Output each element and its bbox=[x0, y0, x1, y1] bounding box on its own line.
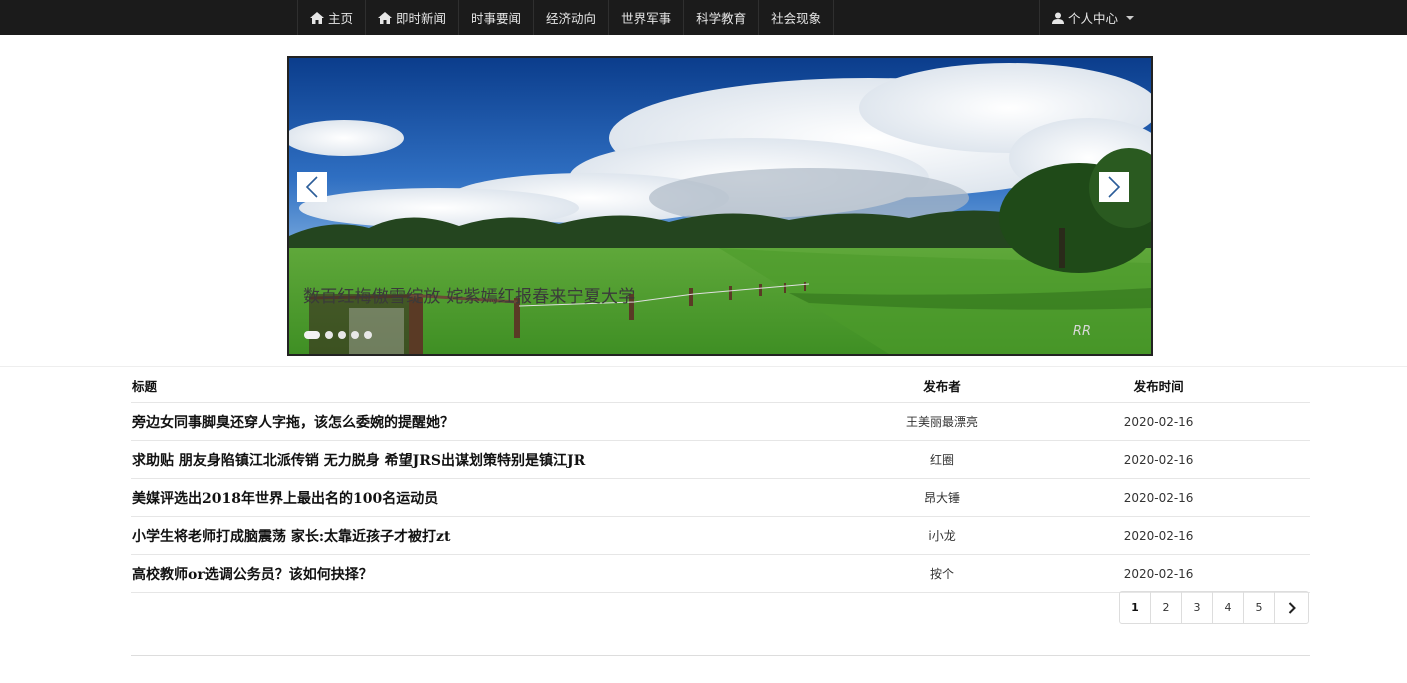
nav-item-military[interactable]: 世界军事 bbox=[608, 0, 683, 35]
table-row: 美媒评选出2018年世界上最出名的100名运动员 昂大锤 2020-02-16 bbox=[131, 478, 1310, 517]
footer-divider bbox=[131, 655, 1310, 656]
news-author: 按个 bbox=[876, 554, 1008, 593]
news-title-link[interactable]: 高校教师or选调公务员？该如何抉择？ bbox=[131, 554, 877, 593]
nav-item-label: 科学教育 bbox=[696, 11, 747, 26]
caret-down-icon bbox=[1126, 15, 1135, 20]
top-navbar: 主页 即时新闻 时事要闻 经济动向 世界军事 科学教育 社会现象 个人中心 bbox=[0, 0, 1407, 35]
page-next-button[interactable] bbox=[1275, 592, 1308, 623]
news-title-link[interactable]: 旁边女同事脚臭还穿人字拖，该怎么委婉的提醒她？ bbox=[131, 402, 877, 441]
carousel-prev-button[interactable] bbox=[297, 172, 327, 202]
table-row: 旁边女同事脚臭还穿人字拖，该怎么委婉的提醒她？ 王美丽最漂亮 2020-02-1… bbox=[131, 402, 1310, 441]
user-icon bbox=[1052, 12, 1064, 24]
news-author: 红圈 bbox=[876, 440, 1008, 479]
news-author: i小龙 bbox=[876, 516, 1008, 555]
carousel-caption: 数百红梅傲雪绽放 姹紫嫣红报春来宁夏大学 bbox=[303, 287, 636, 307]
main-nav: 主页 即时新闻 时事要闻 经济动向 世界军事 科学教育 社会现象 bbox=[297, 0, 835, 35]
carousel-indicator[interactable] bbox=[304, 331, 320, 339]
chevron-left-icon bbox=[305, 176, 318, 198]
image-carousel: 数百红梅傲雪绽放 姹紫嫣红报春来宁夏大学 RR bbox=[287, 56, 1153, 356]
news-table: 标题 发布者 发布时间 旁边女同事脚臭还穿人字拖，该怎么委婉的提醒她？ 王美丽最… bbox=[131, 369, 1310, 593]
carousel-slide-image bbox=[289, 58, 1151, 354]
home-icon bbox=[378, 11, 393, 24]
news-author: 王美丽最漂亮 bbox=[876, 402, 1008, 441]
carousel-indicator[interactable] bbox=[364, 331, 372, 339]
carousel-indicators bbox=[304, 331, 377, 339]
nav-item-instant-news[interactable]: 即时新闻 bbox=[365, 0, 458, 35]
carousel-indicator[interactable] bbox=[351, 331, 359, 339]
nav-item-home[interactable]: 主页 bbox=[297, 0, 365, 35]
user-center-label: 个人中心 bbox=[1068, 11, 1119, 26]
table-row: 小学生将老师打成脑震荡 家长:太靠近孩子才被打zt i小龙 2020-02-16 bbox=[131, 516, 1310, 555]
nav-item-society[interactable]: 社会现象 bbox=[758, 0, 835, 35]
section-divider bbox=[0, 366, 1407, 367]
carousel-indicator[interactable] bbox=[325, 331, 333, 339]
nav-item-science-education[interactable]: 科学教育 bbox=[683, 0, 758, 35]
home-icon bbox=[310, 11, 324, 24]
header-author: 发布者 bbox=[876, 369, 1008, 403]
nav-item-economy[interactable]: 经济动向 bbox=[533, 0, 608, 35]
nav-item-label: 世界军事 bbox=[621, 11, 672, 26]
header-date: 发布时间 bbox=[1007, 369, 1310, 403]
news-title-link[interactable]: 美媒评选出2018年世界上最出名的100名运动员 bbox=[131, 478, 877, 517]
chevron-right-icon bbox=[1288, 601, 1296, 614]
news-date: 2020-02-16 bbox=[1007, 440, 1310, 479]
page-link-4[interactable]: 4 bbox=[1213, 592, 1244, 623]
photo-watermark: RR bbox=[1072, 324, 1091, 339]
carousel-indicator[interactable] bbox=[338, 331, 346, 339]
nav-item-current-affairs[interactable]: 时事要闻 bbox=[458, 0, 533, 35]
news-author: 昂大锤 bbox=[876, 478, 1008, 517]
chevron-right-icon bbox=[1108, 176, 1121, 198]
news-title-link[interactable]: 求助贴 朋友身陷镇江北派传销 无力脱身 希望JRS出谋划策特别是镇江JR bbox=[131, 440, 877, 479]
nav-item-label: 经济动向 bbox=[546, 11, 597, 26]
news-date: 2020-02-16 bbox=[1007, 402, 1310, 441]
nav-item-label: 时事要闻 bbox=[471, 11, 522, 26]
pagination: 1 2 3 4 5 bbox=[1119, 591, 1309, 624]
carousel-next-button[interactable] bbox=[1099, 172, 1129, 202]
header-title: 标题 bbox=[131, 369, 877, 403]
news-date: 2020-02-16 bbox=[1007, 554, 1310, 593]
table-row: 求助贴 朋友身陷镇江北派传销 无力脱身 希望JRS出谋划策特别是镇江JR 红圈 … bbox=[131, 440, 1310, 479]
page-link-2[interactable]: 2 bbox=[1151, 592, 1182, 623]
user-center-dropdown[interactable]: 个人中心 bbox=[1039, 0, 1146, 35]
nav-item-label: 即时新闻 bbox=[396, 11, 447, 26]
table-row: 高校教师or选调公务员？该如何抉择？ 按个 2020-02-16 bbox=[131, 554, 1310, 593]
page-link-5[interactable]: 5 bbox=[1244, 592, 1275, 623]
table-header-row: 标题 发布者 发布时间 bbox=[131, 369, 1310, 403]
news-title-link[interactable]: 小学生将老师打成脑震荡 家长:太靠近孩子才被打zt bbox=[131, 516, 877, 555]
page-link-1[interactable]: 1 bbox=[1120, 592, 1151, 623]
news-date: 2020-02-16 bbox=[1007, 478, 1310, 517]
nav-item-label: 主页 bbox=[328, 11, 354, 26]
news-date: 2020-02-16 bbox=[1007, 516, 1310, 555]
nav-item-label: 社会现象 bbox=[771, 11, 822, 26]
page-link-3[interactable]: 3 bbox=[1182, 592, 1213, 623]
